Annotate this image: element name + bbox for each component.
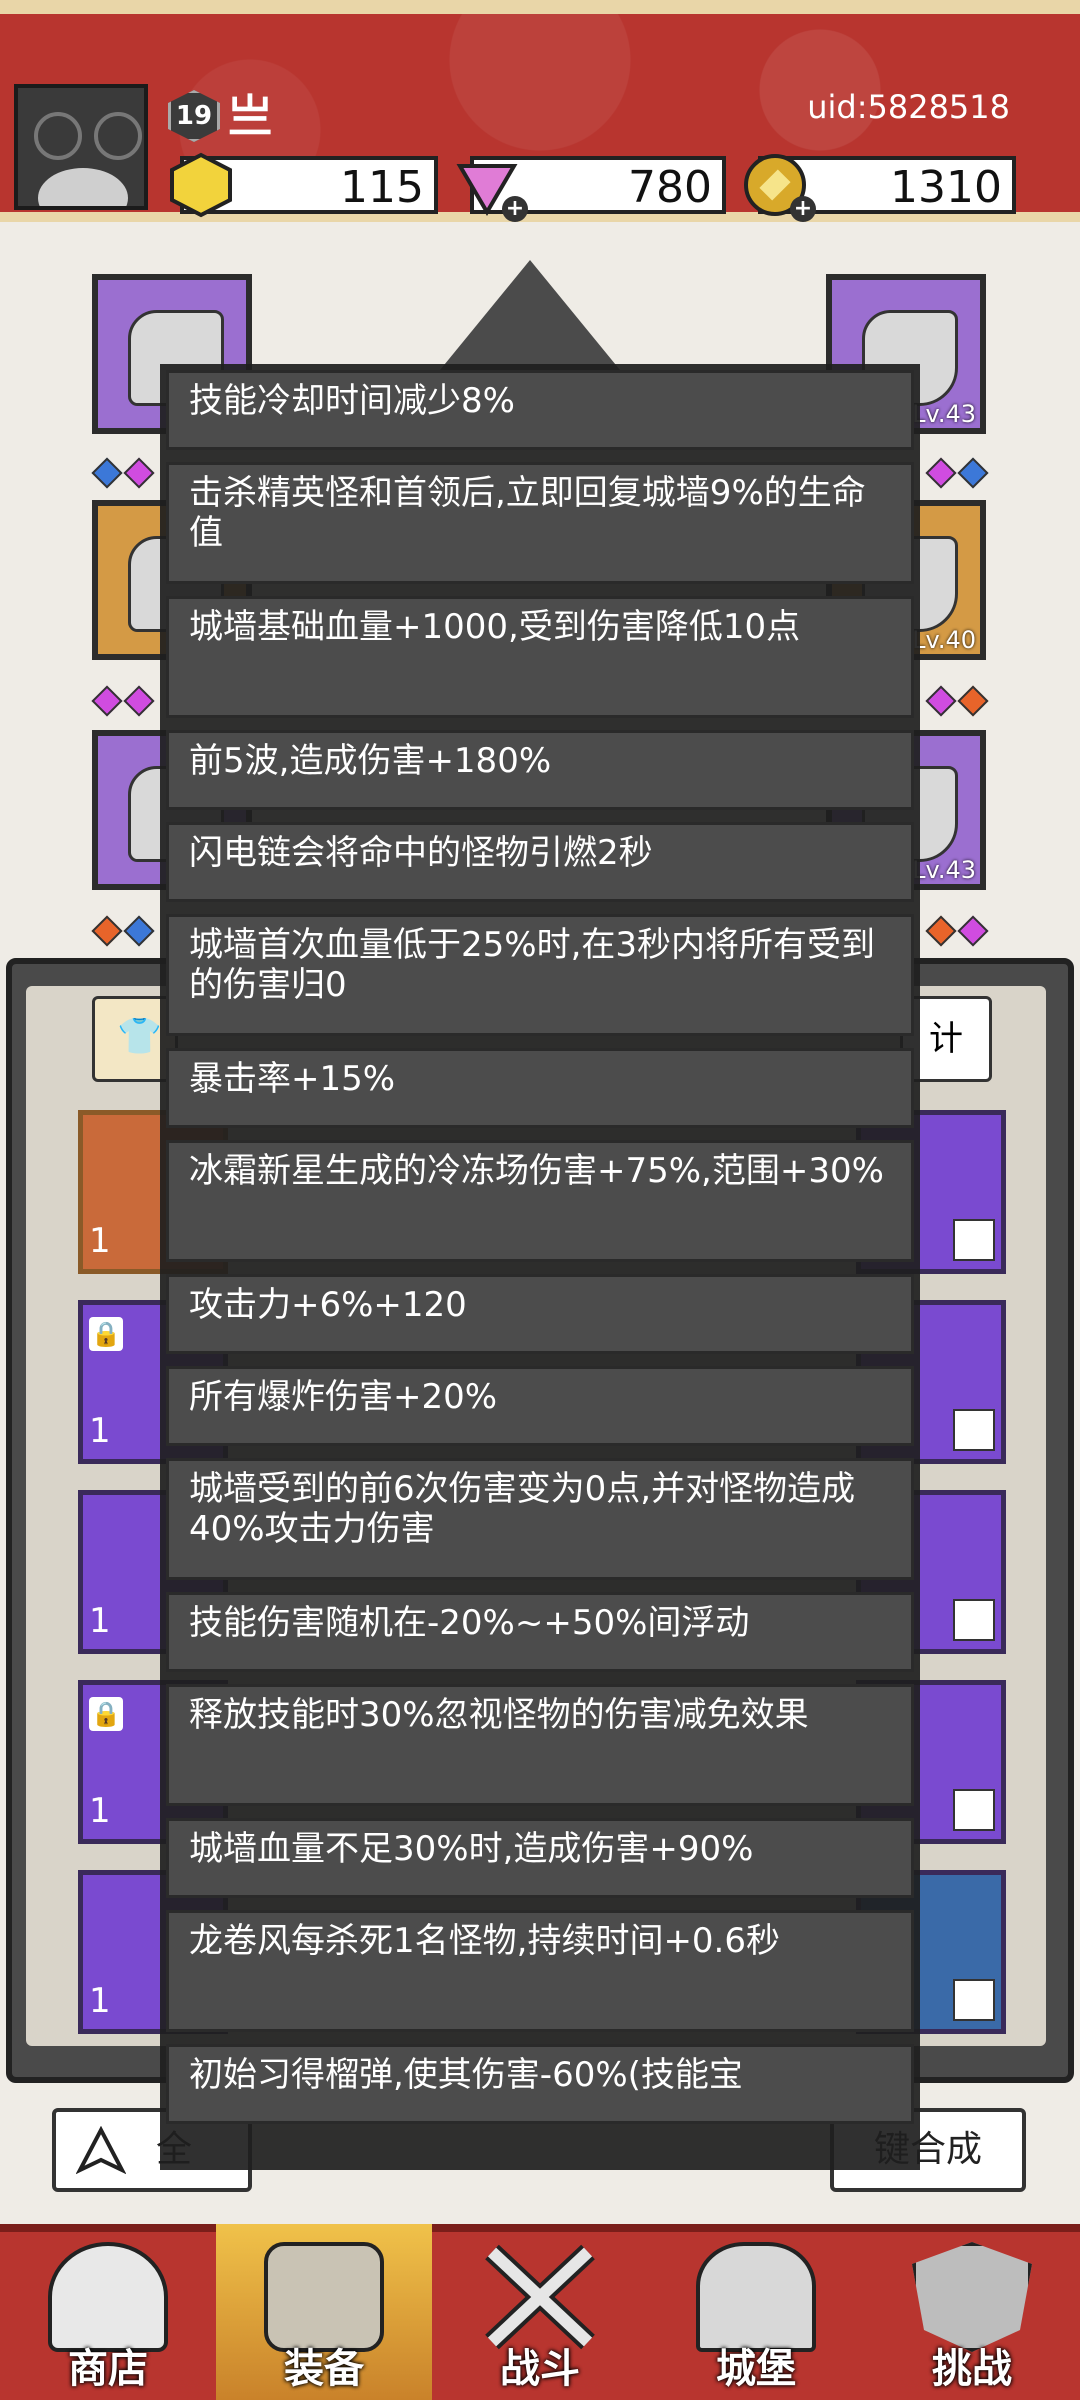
necklace-tag-icon [953,1789,995,1831]
gem-icon [957,685,989,717]
effect-item: 闪电链会将命中的怪物引燃2秒 [166,822,914,902]
equip-level: Lv.40 [912,626,976,654]
gem-icon [91,685,123,717]
gold-hex-icon [170,152,232,218]
tab-label: 战斗 [500,2346,580,2392]
gem-icon [925,915,957,947]
armor-tag-icon [953,1979,995,2021]
effect-item: 初始习得榴弹,使其伤害-60%(技能宝 [166,2044,914,2124]
add-diamond-button[interactable]: + [502,196,528,222]
gem-icon [957,915,989,947]
player-name: 亗 [228,91,272,142]
effect-item: 城墙首次血量低于25%时,在3秒内将所有受到的伤害归0 [166,914,914,1036]
effect-item: 前5波,造成伤害+180% [166,730,914,810]
gold-value: 115 [340,162,424,213]
tab-label: 装备 [284,2346,364,2392]
card-count: 1 [89,1791,111,1831]
cloak-tag-icon [953,1219,995,1261]
avatar[interactable] [14,84,148,210]
tab-label: 挑战 [932,2346,1012,2392]
effect-item: 所有爆炸伤害+20% [166,1366,914,1446]
gauge-icon [94,112,142,160]
gem-icon [91,915,123,947]
tab-equipment[interactable]: 装备 [216,2224,432,2400]
effect-item: 技能伤害随机在-20%~+50%间浮动 [166,1592,914,1672]
card-count: 1 [89,1981,111,2021]
ring-tag-icon [953,1599,995,1641]
gem-icon [123,685,155,717]
gauge-icon [34,112,82,160]
effects-tooltip[interactable]: 技能冷却时间减少8% 击杀精英怪和首领后,立即回复城墙9%的生命值 城墙基础血量… [160,364,920,2170]
gem-icon [957,457,989,489]
tab-label: 城堡 [716,2346,796,2392]
gem-icon [925,457,957,489]
tab-castle[interactable]: 城堡 [648,2224,864,2400]
gem-icon [123,915,155,947]
wizard-hat-icon [440,260,620,370]
gem-icon [123,457,155,489]
gem-icon [925,685,957,717]
card-count: 1 [89,1601,111,1641]
shirt-icon: 👕 [117,1016,162,1057]
card-count: 1 [89,1411,111,1451]
effect-item: 释放技能时30%忽视怪物的伤害减免效果 [166,1684,914,1806]
gem-icon [91,457,123,489]
effect-item: 击杀精英怪和首领后,立即回复城墙9%的生命值 [166,462,914,584]
lock-icon: 🔒 [89,1697,123,1731]
diamond-value: 780 [628,162,712,213]
tab-shop[interactable]: 商店 [0,2224,216,2400]
steering-wheel-icon [38,168,128,206]
effect-item: 城墙受到的前6次伤害变为0点,并对怪物造成40%攻击力伤害 [166,1458,914,1580]
effect-item: 龙卷风每杀死1名怪物,持续时间+0.6秒 [166,1910,914,2032]
coin-value: 1310 [890,162,1002,213]
effect-item: 城墙血量不足30%时,造成伤害+90% [166,1818,914,1898]
lock-icon: 🔒 [89,1317,123,1351]
equip-level: Lv.43 [912,856,976,884]
header-border [0,0,1080,14]
effect-item: 冰霜新星生成的冷冻场伤害+75%,范围+30% [166,1140,914,1262]
equip-level: Lv.43 [912,400,976,428]
effect-item: 攻击力+6%+120 [166,1274,914,1354]
staff-tag-icon [953,1409,995,1451]
tab-challenge[interactable]: 挑战 [864,2224,1080,2400]
card-count: 1 [89,1221,111,1261]
uid-label: uid:5828518 [807,88,1010,126]
up-arrow-icon [76,2126,126,2175]
effect-item: 暴击率+15% [166,1048,914,1128]
effect-item: 城墙基础血量+1000,受到伤害降低10点 [166,596,914,718]
tab-battle[interactable]: 战斗 [432,2224,648,2400]
effect-item: 技能冷却时间减少8% [166,370,914,450]
tab-label: 商店 [68,2346,148,2392]
add-coin-button[interactable]: + [790,196,816,222]
